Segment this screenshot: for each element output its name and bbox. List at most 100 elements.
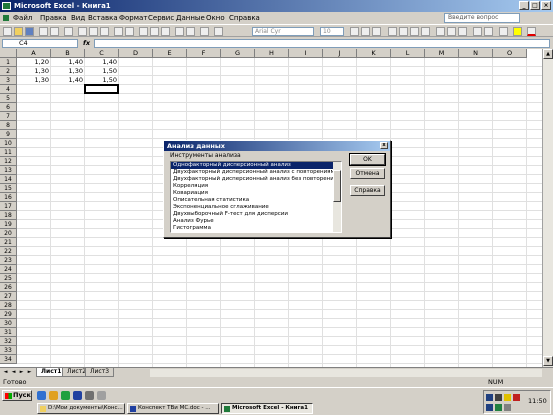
- network-icon[interactable]: [495, 394, 502, 401]
- row-header[interactable]: 21: [0, 238, 17, 247]
- row-header[interactable]: 12: [0, 157, 17, 166]
- open-icon[interactable]: [14, 27, 23, 36]
- merge-center-icon[interactable]: [421, 27, 430, 36]
- percent-icon[interactable]: [447, 27, 456, 36]
- cell[interactable]: 1,40: [51, 58, 85, 67]
- column-header[interactable]: A: [17, 49, 51, 58]
- row-header[interactable]: 16: [0, 193, 17, 202]
- row-header[interactable]: 10: [0, 139, 17, 148]
- tab-sheet3[interactable]: Лист3: [85, 368, 115, 377]
- column-header[interactable]: L: [391, 49, 425, 58]
- column-header[interactable]: J: [323, 49, 357, 58]
- row-header[interactable]: 9: [0, 130, 17, 139]
- help-button[interactable]: Справка: [350, 185, 385, 196]
- media-icon[interactable]: [85, 391, 94, 400]
- task-word[interactable]: Конспект ТВи МС.doc - ...: [127, 403, 219, 414]
- row-header[interactable]: 20: [0, 229, 17, 238]
- task-excel[interactable]: Microsoft Excel - Книга1: [221, 403, 313, 414]
- font-color-icon[interactable]: [527, 27, 536, 36]
- row-header[interactable]: 30: [0, 319, 17, 328]
- decrease-indent-icon[interactable]: [473, 27, 482, 36]
- scroll-up-icon[interactable]: ▲: [543, 49, 553, 59]
- list-item[interactable]: Корреляция: [171, 183, 341, 190]
- horizontal-scrollbar[interactable]: [150, 369, 542, 377]
- antivirus-icon[interactable]: [513, 394, 520, 401]
- menu-format[interactable]: Формат: [119, 14, 147, 22]
- borders-icon[interactable]: [499, 27, 508, 36]
- list-item[interactable]: Ковариация: [171, 190, 341, 197]
- underline-icon[interactable]: [372, 27, 381, 36]
- column-header[interactable]: D: [119, 49, 153, 58]
- cut-icon[interactable]: [78, 27, 87, 36]
- column-header[interactable]: B: [51, 49, 85, 58]
- menu-data[interactable]: Данные: [176, 14, 205, 22]
- column-header[interactable]: I: [289, 49, 323, 58]
- next-sheet-icon[interactable]: ►: [18, 369, 25, 376]
- minimize-button[interactable]: _: [519, 1, 529, 10]
- row-header[interactable]: 3: [0, 76, 17, 85]
- menu-window[interactable]: Окно: [206, 14, 225, 22]
- sort-asc-icon[interactable]: [150, 27, 159, 36]
- vertical-scrollbar[interactable]: ▲ ▼: [542, 49, 553, 367]
- formula-input[interactable]: [94, 39, 550, 48]
- row-header[interactable]: 22: [0, 247, 17, 256]
- row-header[interactable]: 11: [0, 148, 17, 157]
- list-item[interactable]: Двухфакторный дисперсионный анализ без п…: [171, 176, 341, 183]
- cell[interactable]: 1,30: [17, 67, 51, 76]
- column-header[interactable]: O: [493, 49, 527, 58]
- bold-icon[interactable]: [350, 27, 359, 36]
- active-cell-cursor[interactable]: [84, 84, 119, 94]
- ok-button[interactable]: OK: [349, 153, 386, 166]
- column-header[interactable]: M: [425, 49, 459, 58]
- help-icon[interactable]: [214, 27, 223, 36]
- row-header[interactable]: 8: [0, 121, 17, 130]
- analysis-tools-list[interactable]: Однофакторный дисперсионный анализ Двухфа…: [170, 161, 342, 233]
- preview-icon[interactable]: [50, 27, 59, 36]
- cell[interactable]: 1,50: [85, 67, 119, 76]
- row-header[interactable]: 19: [0, 220, 17, 229]
- cell[interactable]: 1,20: [17, 58, 51, 67]
- menu-file[interactable]: Файл: [13, 14, 32, 22]
- column-header[interactable]: C: [85, 49, 119, 58]
- print-icon[interactable]: [39, 27, 48, 36]
- word-icon[interactable]: [73, 391, 82, 400]
- fill-color-icon[interactable]: [513, 27, 522, 36]
- first-sheet-icon[interactable]: ◄: [2, 369, 9, 376]
- row-header[interactable]: 7: [0, 112, 17, 121]
- name-box[interactable]: C4: [2, 39, 78, 48]
- list-scroll-thumb[interactable]: [333, 170, 341, 202]
- currency-icon[interactable]: [436, 27, 445, 36]
- row-header[interactable]: 23: [0, 256, 17, 265]
- row-header[interactable]: 24: [0, 265, 17, 274]
- zoom-icon[interactable]: [200, 27, 209, 36]
- autosum-icon[interactable]: [139, 27, 148, 36]
- keyboard-icon[interactable]: [486, 404, 493, 411]
- new-icon[interactable]: [3, 27, 12, 36]
- save-icon[interactable]: [25, 27, 34, 36]
- row-header[interactable]: 28: [0, 301, 17, 310]
- list-item[interactable]: Однофакторный дисперсионный анализ: [171, 162, 341, 169]
- row-header[interactable]: 1: [0, 58, 17, 67]
- font-name-select[interactable]: Arial Cyr: [252, 27, 314, 36]
- list-item[interactable]: Двухфакторный дисперсионный анализ с пов…: [171, 169, 341, 176]
- cancel-button[interactable]: Отмена: [350, 168, 385, 179]
- row-header[interactable]: 15: [0, 184, 17, 193]
- copy-icon[interactable]: [89, 27, 98, 36]
- row-header[interactable]: 13: [0, 166, 17, 175]
- column-header[interactable]: G: [221, 49, 255, 58]
- menu-view[interactable]: Вид: [71, 14, 85, 22]
- list-item[interactable]: Гистограмма: [171, 225, 341, 232]
- sort-desc-icon[interactable]: [161, 27, 170, 36]
- row-header[interactable]: 34: [0, 355, 17, 364]
- scroll-down-icon[interactable]: ▼: [543, 356, 553, 366]
- chart-wizard-icon[interactable]: [175, 27, 184, 36]
- drawing-icon[interactable]: [186, 27, 195, 36]
- list-item[interactable]: Экспоненциальное сглаживание: [171, 204, 341, 211]
- row-header[interactable]: 17: [0, 202, 17, 211]
- task-explorer[interactable]: D:\Мои документы\Конс...: [37, 403, 125, 414]
- menu-tools[interactable]: Сервис: [148, 14, 174, 22]
- row-header[interactable]: 31: [0, 328, 17, 337]
- start-button[interactable]: Пуск: [2, 390, 32, 401]
- row-header[interactable]: 32: [0, 337, 17, 346]
- outlook-icon[interactable]: [49, 391, 58, 400]
